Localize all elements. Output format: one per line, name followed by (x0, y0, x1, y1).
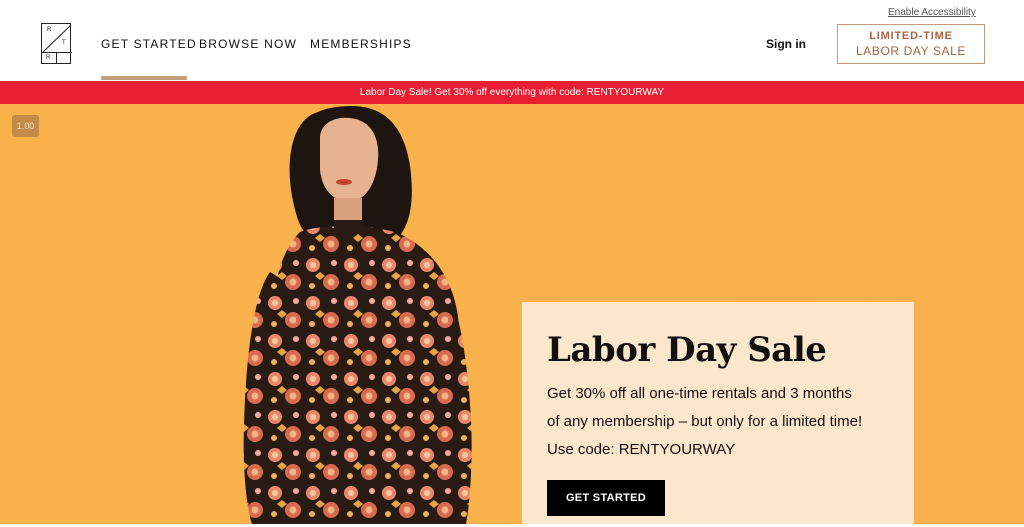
logo-letter-t: T (62, 40, 66, 46)
labor-day-sale-button[interactable]: LIMITED-TIME LABOR DAY SALE (837, 24, 985, 64)
promo-banner[interactable]: Labor Day Sale! Get 30% off everything w… (0, 81, 1024, 104)
sign-in-link[interactable]: Sign in (766, 37, 806, 51)
zoom-level-badge: 1.00 (12, 115, 39, 137)
logo-divider-vertical (56, 52, 57, 64)
logo-letter-r2: R (46, 55, 51, 61)
promo-title: Labor Day Sale (547, 330, 827, 370)
promo-line-1: Get 30% off all one-time rentals and 3 m… (547, 385, 852, 402)
sale-button-line1: LIMITED-TIME (869, 30, 953, 42)
enable-accessibility-link[interactable]: Enable Accessibility (888, 7, 976, 18)
sale-button-line2: LABOR DAY SALE (855, 44, 966, 58)
nav-get-started[interactable]: GET STARTED (101, 37, 197, 51)
rtr-logo[interactable]: R T R (41, 23, 72, 64)
nav-memberships[interactable]: MEMBERSHIPS (310, 37, 412, 51)
promo-card: Labor Day Sale Get 30% off all one-time … (522, 302, 914, 524)
logo-letter-r1: R (47, 27, 52, 33)
site-header: R T R GET STARTED BROWSE NOW MEMBERSHIPS… (0, 0, 1024, 81)
promo-line-2: of any membership – but only for a limit… (547, 413, 863, 430)
hero-section: Labor Day Sale Get 30% off all one-time … (0, 104, 1024, 524)
get-started-button[interactable]: GET STARTED (547, 480, 665, 516)
nav-active-indicator (101, 76, 187, 80)
logo-divider (42, 52, 72, 53)
nav-browse-now[interactable]: BROWSE NOW (199, 37, 297, 51)
promo-description: Get 30% off all one-time rentals and 3 m… (547, 380, 907, 464)
promo-code-line: Use code: RENTYOURWAY (547, 441, 736, 458)
